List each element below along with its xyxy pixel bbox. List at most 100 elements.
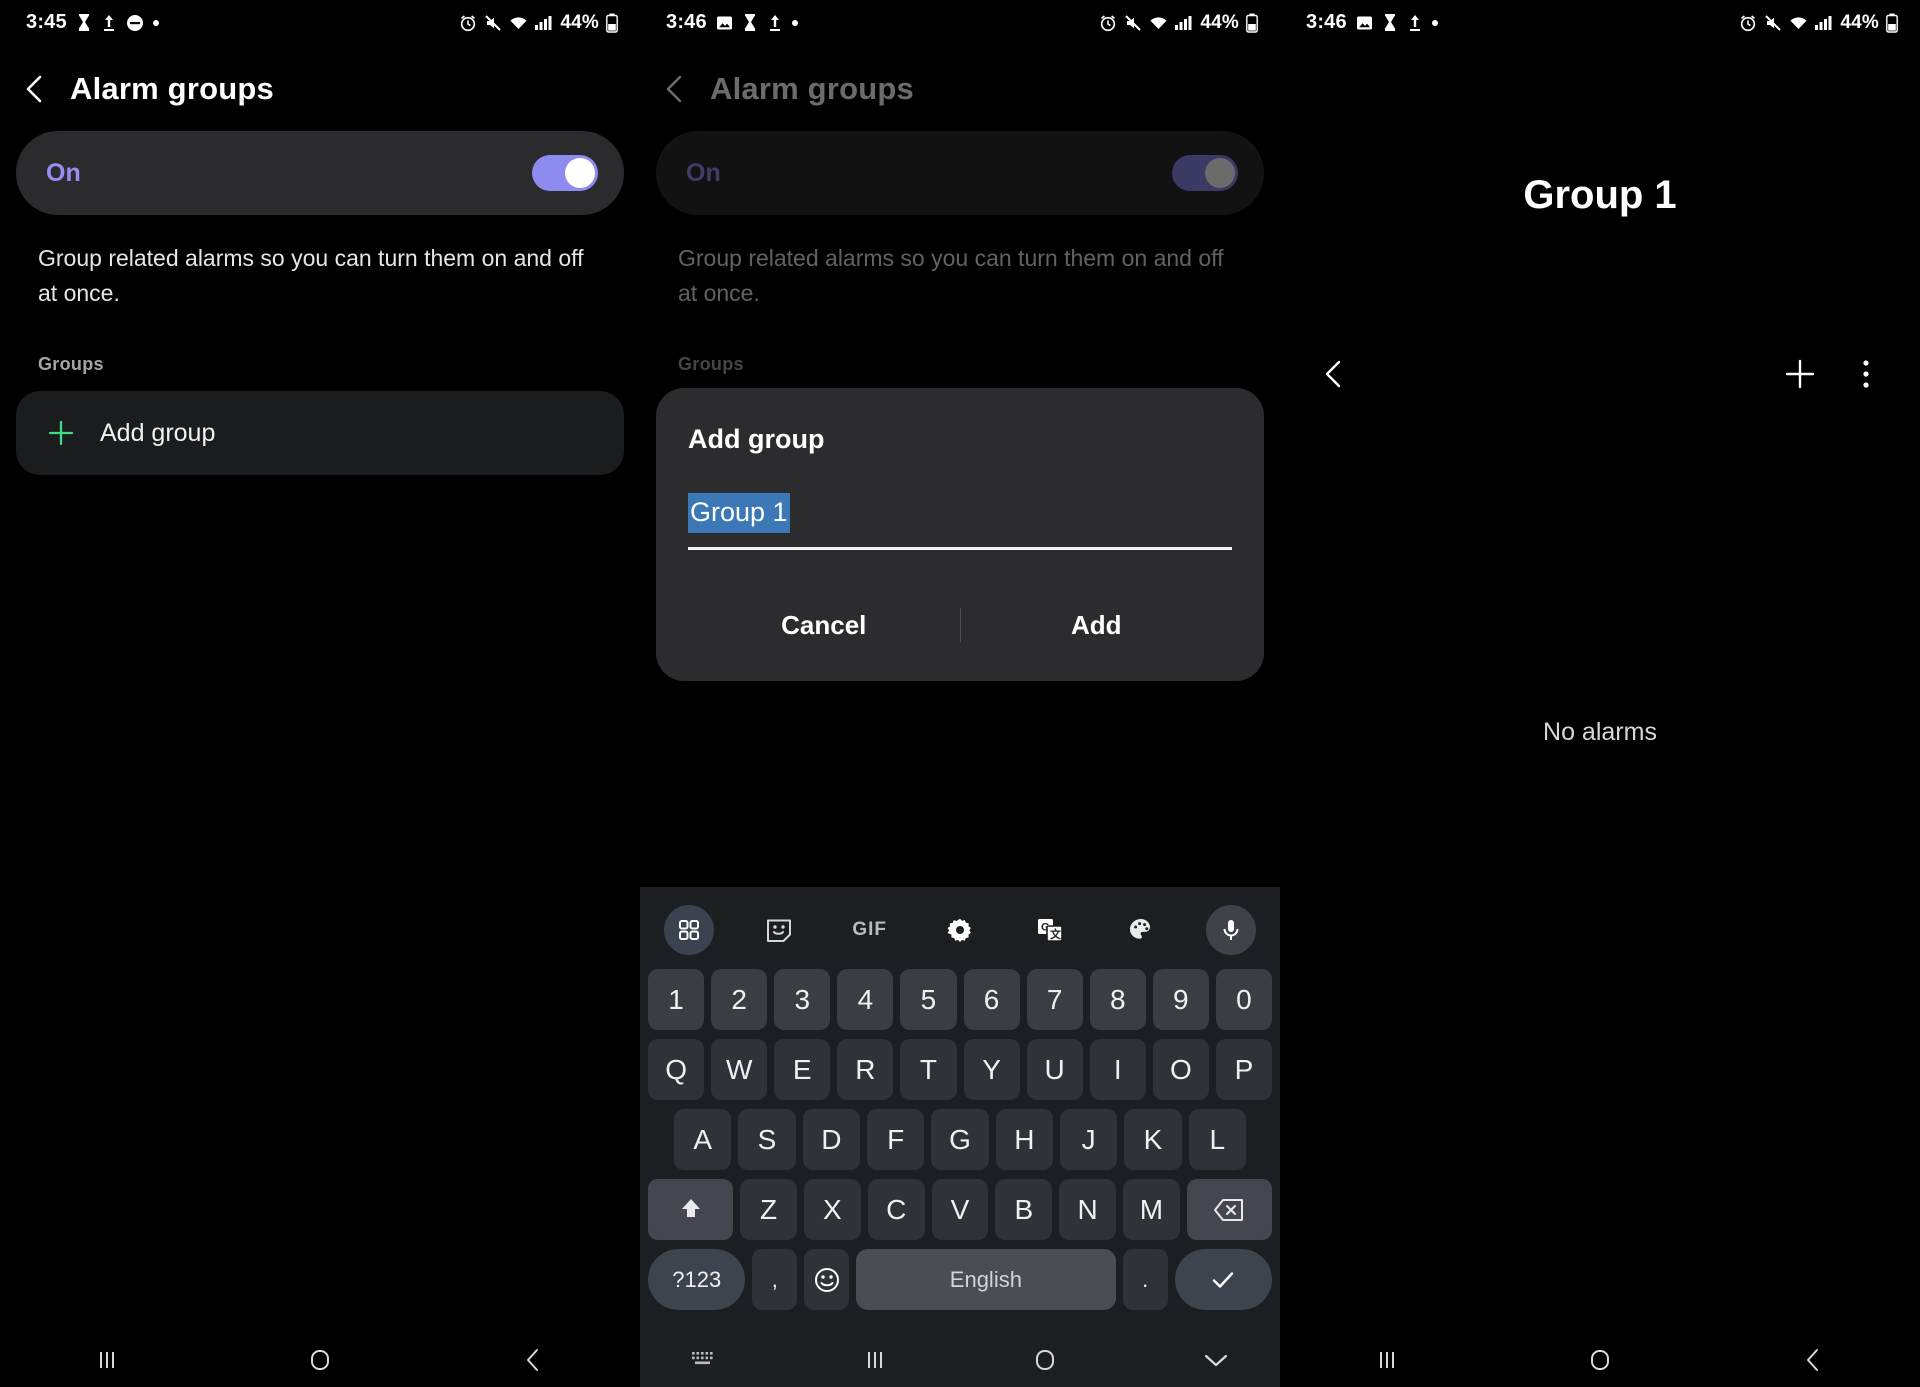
plus-icon[interactable] xyxy=(1778,352,1822,396)
key-5[interactable]: 5 xyxy=(900,969,957,1030)
plus-icon xyxy=(46,418,76,448)
recents-icon[interactable] xyxy=(1357,1340,1417,1380)
chevron-down-icon[interactable] xyxy=(1186,1340,1246,1380)
wifi-icon xyxy=(1789,15,1808,31)
signal-icon xyxy=(1815,15,1832,31)
key-3[interactable]: 3 xyxy=(774,969,831,1030)
key-g[interactable]: G xyxy=(931,1109,989,1170)
key-o[interactable]: O xyxy=(1152,1039,1209,1100)
back-chevron-icon[interactable] xyxy=(18,72,52,106)
check-icon[interactable] xyxy=(1174,1249,1272,1310)
key-f[interactable]: F xyxy=(867,1109,925,1170)
palette-icon[interactable] xyxy=(1116,905,1166,955)
signal-icon xyxy=(535,15,552,31)
status-bar: 3:46 44% xyxy=(640,0,1280,45)
key-1[interactable]: 1 xyxy=(648,969,705,1030)
period-key[interactable]: . xyxy=(1122,1249,1168,1310)
gif-icon[interactable]: GIF xyxy=(845,905,895,955)
cancel-button[interactable]: Cancel xyxy=(688,596,960,655)
key-q[interactable]: Q xyxy=(648,1039,705,1100)
space-key[interactable]: English xyxy=(855,1249,1116,1310)
shift-icon[interactable] xyxy=(648,1179,734,1240)
key-n[interactable]: N xyxy=(1059,1179,1116,1240)
keyboard-toolbar: GIF G文 xyxy=(648,897,1272,969)
gif-label: GIF xyxy=(852,919,887,940)
key-8[interactable]: 8 xyxy=(1089,969,1146,1030)
key-6[interactable]: 6 xyxy=(963,969,1020,1030)
translate-icon[interactable]: G文 xyxy=(1025,905,1075,955)
backspace-icon[interactable] xyxy=(1186,1179,1272,1240)
key-s[interactable]: S xyxy=(738,1109,796,1170)
key-w[interactable]: W xyxy=(711,1039,768,1100)
dot-icon xyxy=(1431,19,1438,26)
navigation-bar xyxy=(640,1333,1280,1387)
comma-key[interactable]: , xyxy=(752,1249,798,1310)
key-t[interactable]: T xyxy=(900,1039,957,1100)
sticker-icon[interactable] xyxy=(754,905,804,955)
key-x[interactable]: X xyxy=(804,1179,861,1240)
key-j[interactable]: J xyxy=(1059,1109,1118,1170)
key-4[interactable]: 4 xyxy=(837,969,894,1030)
battery-percent: 44% xyxy=(1200,11,1239,33)
key-r[interactable]: R xyxy=(837,1039,894,1100)
keyboard-row-top: Q W E R T Y U I O P xyxy=(648,1039,1272,1100)
key-9[interactable]: 9 xyxy=(1152,969,1209,1030)
keyboard-row-numbers: 1 2 3 4 5 6 7 8 9 0 xyxy=(648,969,1272,1030)
key-7[interactable]: 7 xyxy=(1026,969,1083,1030)
battery-percent: 44% xyxy=(560,11,599,33)
hourglass-icon xyxy=(76,13,92,33)
app-bar: Alarm groups xyxy=(640,45,1280,107)
recents-icon[interactable] xyxy=(845,1340,905,1380)
key-d[interactable]: D xyxy=(802,1109,860,1170)
key-p[interactable]: P xyxy=(1215,1039,1272,1100)
add-group-button[interactable]: Add group xyxy=(16,391,624,475)
status-time: 3:46 xyxy=(1306,11,1347,33)
back-chevron-icon[interactable] xyxy=(1312,352,1356,396)
back-icon[interactable] xyxy=(1783,1340,1843,1380)
back-icon[interactable] xyxy=(503,1340,563,1380)
key-u[interactable]: U xyxy=(1026,1039,1083,1100)
keyboard-hide-icon[interactable] xyxy=(674,1340,734,1380)
status-bar: 3:46 44% xyxy=(1280,0,1920,45)
signal-icon xyxy=(1175,15,1192,31)
key-h[interactable]: H xyxy=(995,1109,1053,1170)
home-icon[interactable] xyxy=(290,1340,350,1380)
page-title: Alarm groups xyxy=(70,71,274,106)
dialog-title: Add group xyxy=(688,424,825,454)
groups-section-label: Groups xyxy=(38,354,104,374)
alarm-groups-toggle-card[interactable]: On xyxy=(16,131,624,215)
key-0[interactable]: 0 xyxy=(1215,969,1272,1030)
home-icon[interactable] xyxy=(1015,1340,1075,1380)
key-e[interactable]: E xyxy=(774,1039,831,1100)
recents-icon[interactable] xyxy=(77,1340,137,1380)
key-i[interactable]: I xyxy=(1089,1039,1146,1100)
home-icon[interactable] xyxy=(1570,1340,1630,1380)
key-2[interactable]: 2 xyxy=(711,969,768,1030)
group-name-input[interactable]: Group 1 xyxy=(688,493,1232,550)
key-v[interactable]: V xyxy=(931,1179,989,1240)
status-time: 3:45 xyxy=(26,11,67,33)
alarm-groups-switch[interactable] xyxy=(532,155,598,191)
add-button[interactable]: Add xyxy=(961,596,1233,655)
wifi-icon xyxy=(509,15,528,31)
microphone-icon[interactable] xyxy=(1205,905,1256,955)
gear-icon[interactable] xyxy=(935,905,985,955)
key-z[interactable]: Z xyxy=(740,1179,797,1240)
panel-add-group-dialog: 3:46 44% Alarm groups On Group related a… xyxy=(640,0,1280,1387)
upload-icon xyxy=(1407,13,1423,33)
key-l[interactable]: L xyxy=(1188,1109,1246,1170)
key-m[interactable]: M xyxy=(1122,1179,1180,1240)
key-k[interactable]: K xyxy=(1124,1109,1182,1170)
key-y[interactable]: Y xyxy=(963,1039,1020,1100)
key-c[interactable]: C xyxy=(867,1179,925,1240)
more-vertical-icon[interactable] xyxy=(1844,352,1888,396)
symbols-key[interactable]: ?123 xyxy=(648,1249,746,1310)
description-text: Group related alarms so you can turn the… xyxy=(678,245,1224,306)
group-name-value: Group 1 xyxy=(688,493,790,533)
emoji-icon[interactable] xyxy=(804,1249,849,1310)
key-a[interactable]: A xyxy=(674,1109,732,1170)
hourglass-icon xyxy=(1382,13,1398,33)
switch-knob xyxy=(1205,158,1235,188)
key-b[interactable]: B xyxy=(995,1179,1053,1240)
apps-grid-icon[interactable] xyxy=(664,905,714,955)
